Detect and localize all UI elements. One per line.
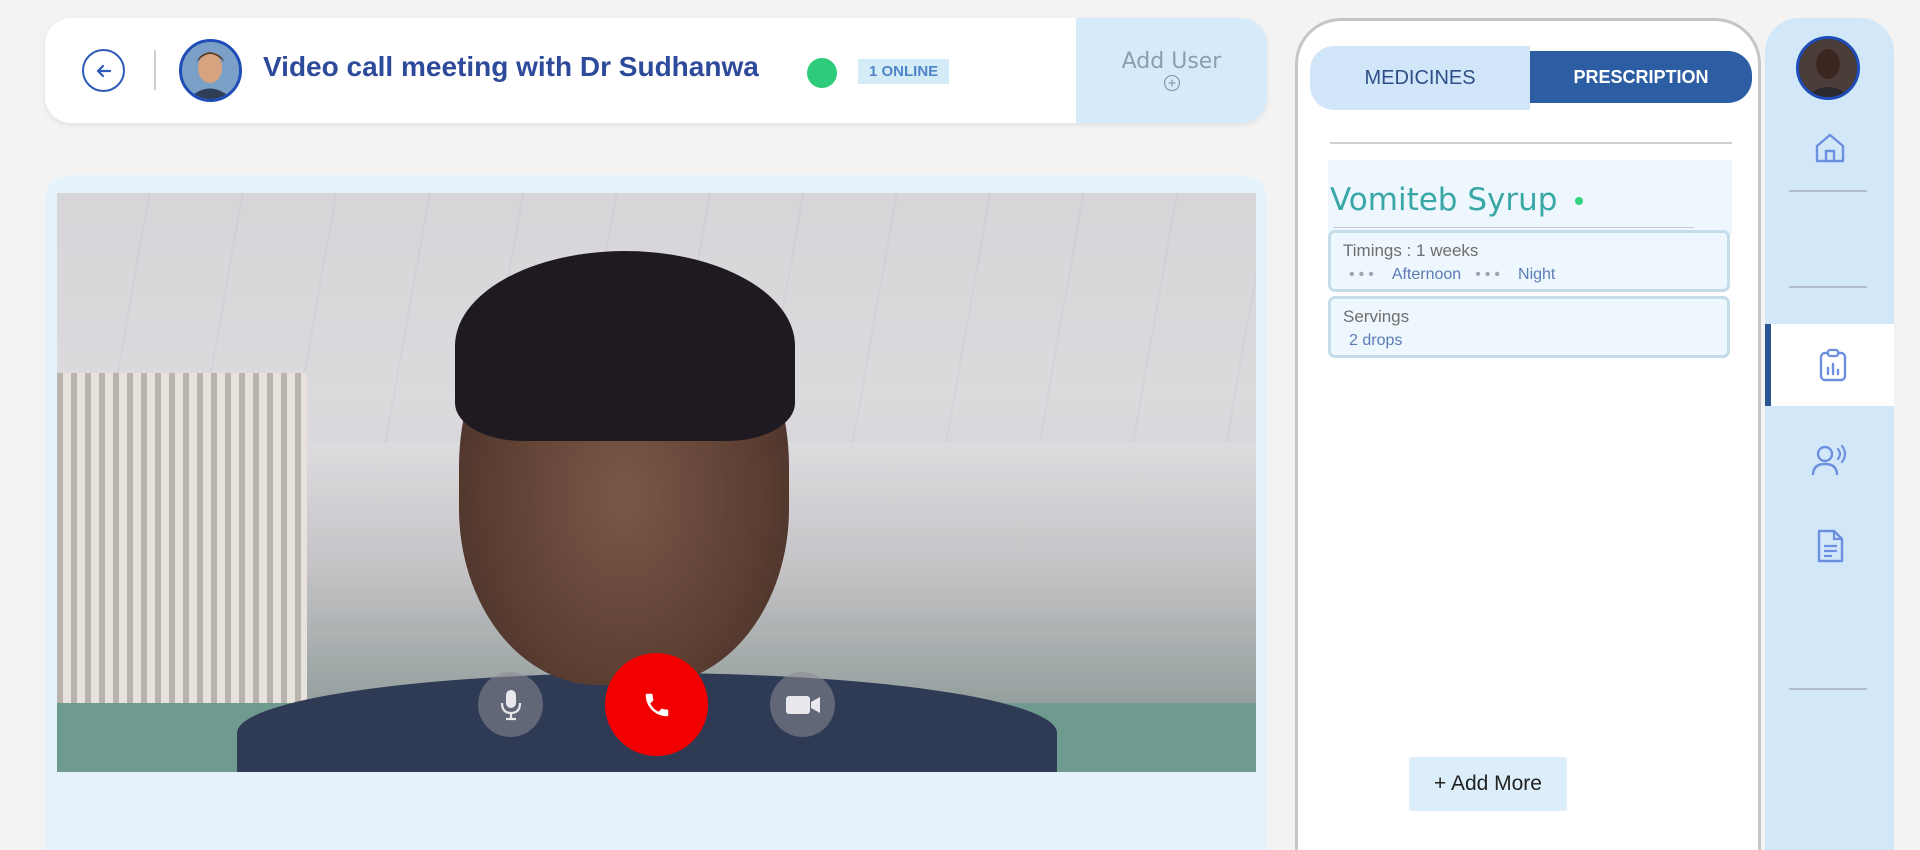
- add-more-button[interactable]: + Add More: [1409, 757, 1567, 811]
- participant-hair: [455, 251, 795, 441]
- tab-medicines[interactable]: MEDICINES: [1310, 46, 1530, 110]
- phone-icon: [645, 693, 668, 716]
- voice-user-icon: [1811, 444, 1846, 476]
- call-header: Video call meeting with Dr Sudhanwa 1 ON…: [45, 18, 1267, 123]
- clipboard-chart-icon: [1819, 348, 1846, 382]
- nav-divider: [1789, 286, 1867, 288]
- end-call-button[interactable]: [605, 653, 708, 756]
- nav-divider: [1789, 190, 1867, 192]
- online-count-badge: 1 ONLINE: [858, 59, 950, 84]
- arrow-left-icon: [96, 64, 111, 77]
- timing-slot-night: Night: [1518, 266, 1556, 283]
- nav-voice[interactable]: [1765, 430, 1894, 490]
- user-avatar[interactable]: [1796, 36, 1860, 100]
- panel-divider: [1330, 142, 1732, 144]
- servings-value-row: 2 drops: [1349, 332, 1402, 350]
- medicine-header: Vomiteb Syrup: [1328, 160, 1732, 235]
- nav-home[interactable]: [1765, 118, 1894, 178]
- home-icon: [1815, 133, 1844, 163]
- timing-slots: ••• Afternoon ••• Night: [1349, 266, 1555, 284]
- timings-card: Timings : 1 weeks ••• Afternoon ••• Nigh…: [1328, 230, 1730, 292]
- prescription-panel: MEDICINES PRESCRIPTION Vomiteb Syrup Tim…: [1295, 18, 1761, 850]
- medicine-underline: [1334, 227, 1694, 228]
- microphone-icon: [500, 689, 521, 720]
- page-title: Video call meeting with Dr Sudhanwa: [263, 51, 759, 82]
- doctor-avatar: [179, 39, 242, 102]
- add-user-button[interactable]: Add User: [1076, 18, 1267, 123]
- timing-slot-afternoon: Afternoon: [1391, 266, 1462, 283]
- nav-documents[interactable]: [1765, 516, 1894, 576]
- timings-label: Timings : 1 weeks: [1343, 241, 1479, 260]
- back-button[interactable]: [82, 49, 125, 92]
- nav-divider: [1789, 688, 1867, 690]
- panel-tabs: MEDICINES PRESCRIPTION: [1310, 46, 1752, 110]
- add-user-label: Add User: [1121, 49, 1222, 74]
- side-nav: [1765, 18, 1894, 850]
- servings-card: Servings 2 drops: [1328, 296, 1730, 358]
- plus-circle-icon: [1163, 74, 1180, 92]
- header-divider: [154, 50, 156, 90]
- servings-label: Servings: [1343, 307, 1410, 326]
- mute-microphone-button[interactable]: [478, 672, 543, 737]
- dots-icon: •••: [1349, 266, 1378, 283]
- video-camera-icon: [785, 695, 820, 714]
- servings-value: 2 drops: [1349, 332, 1403, 349]
- tab-prescription[interactable]: PRESCRIPTION: [1530, 51, 1752, 103]
- toggle-camera-button[interactable]: [770, 672, 835, 737]
- dots-icon: •••: [1475, 266, 1505, 283]
- medicine-status-dot: [1575, 197, 1583, 205]
- document-icon: [1817, 529, 1843, 563]
- nav-reports[interactable]: [1765, 324, 1894, 406]
- medicine-name: Vomiteb Syrup: [1330, 182, 1558, 218]
- online-indicator: [807, 58, 837, 88]
